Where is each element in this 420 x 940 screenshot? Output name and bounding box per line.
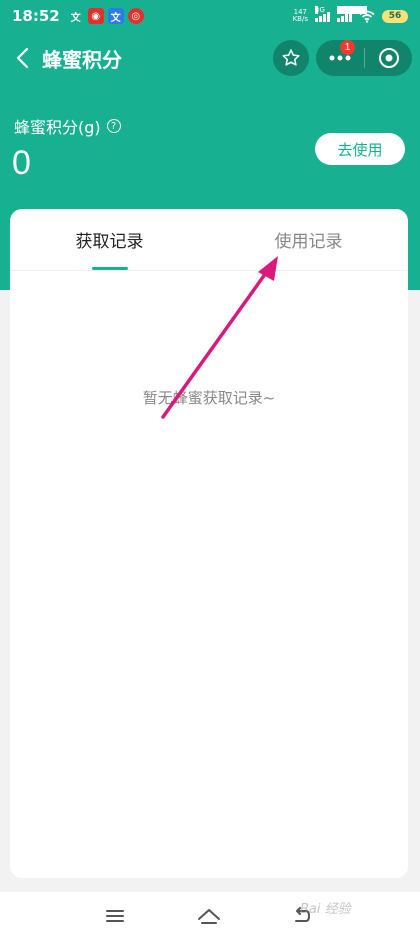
status-right: 147 KB/s 3G 5G HD 56 [293,6,408,23]
more-dots-icon [329,55,351,61]
star-icon [282,49,300,66]
chevron-left-icon [16,47,29,69]
close-mini-program-button[interactable] [365,40,412,76]
tab-use-records[interactable]: 使用记录 [209,209,408,270]
notification-badge: 1 [340,40,355,55]
signal-label: 5G HD [337,6,367,14]
mini-program-capsule: 1 [316,40,412,76]
watermark: Bai 经验 [300,902,351,917]
tab-label: 获取记录 [75,232,144,252]
menu-icon [106,910,124,922]
signal-icon: 5G HD [337,6,367,22]
points-label-row: 蜂蜜积分(g) ? [14,114,121,138]
battery-icon: 56 [382,9,408,23]
app-notification-icon: 文 [107,8,124,24]
empty-state-text: 暂无蜂蜜获取记录~ [142,389,276,407]
menu-key[interactable] [101,904,129,928]
tab-label: 使用记录 [274,232,343,252]
points-label: 蜂蜜积分(g) [14,118,101,137]
use-points-button[interactable]: 去使用 [315,133,405,165]
app-notification-icon: ◉ [87,8,104,24]
more-button[interactable]: 1 [316,40,364,76]
signal-label: 3G [315,6,325,14]
page-title: 蜂蜜积分 [42,47,122,72]
signal-icon: 3G [315,6,330,22]
tab-earn-records[interactable]: 获取记录 [10,209,209,270]
system-navigation-bar [0,892,420,940]
nav-bar: 蜂蜜积分 1 [0,36,420,80]
net-speed-unit: KB/s [292,15,308,23]
status-time: 18:52 [12,7,60,25]
status-bar: 18:52 文 ◉ 文 ◎ 147 KB/s 3G 5G HD 56 [0,0,420,32]
target-icon [378,48,399,68]
home-key[interactable] [195,904,223,928]
tab-active-indicator [91,267,128,270]
help-icon[interactable]: ? [106,119,121,133]
app-notification-icon: ◎ [127,8,144,24]
net-speed: 147 KB/s [293,9,308,23]
records-card: 获取记录 使用记录 暂无蜂蜜获取记录~ [10,209,408,878]
points-value: 0 [12,144,31,182]
home-icon [198,909,220,924]
favorite-button[interactable] [273,40,309,76]
back-button[interactable] [2,36,42,80]
tab-bar: 获取记录 使用记录 [10,209,408,271]
app-notification-icon: 文 [70,12,81,24]
notification-icons: 文 ◉ 文 ◎ [68,8,144,24]
